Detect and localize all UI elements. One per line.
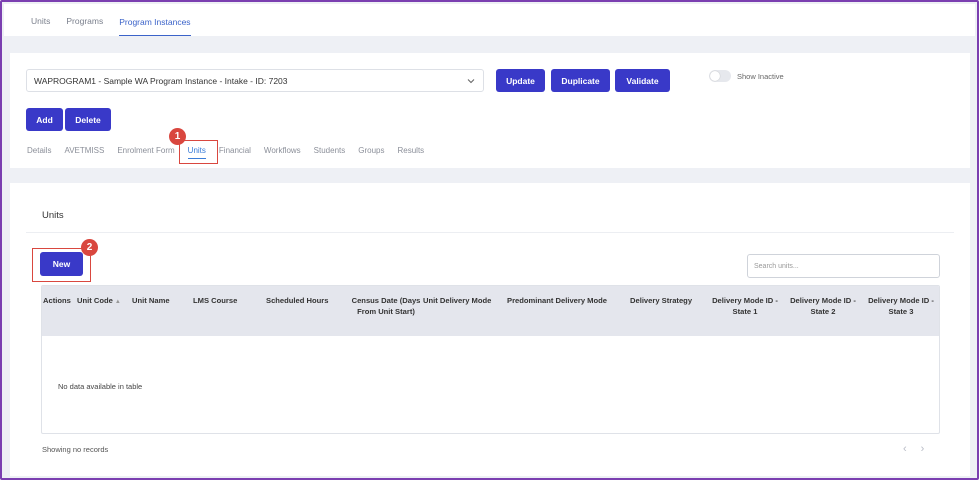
column-delivery-mode-state-2[interactable]: Delivery Mode ID - State 2 bbox=[784, 295, 862, 317]
subtab-financial[interactable]: Financial bbox=[219, 146, 251, 159]
prev-page-button[interactable]: ‹ bbox=[903, 443, 907, 455]
column-unit-code-label: Unit Code bbox=[77, 296, 113, 305]
column-delivery-mode-state-3[interactable]: Delivery Mode ID - State 3 bbox=[862, 295, 939, 317]
column-unit-code[interactable]: Unit Code ▲ bbox=[77, 295, 121, 308]
chevron-down-icon bbox=[467, 79, 475, 84]
subtab-groups[interactable]: Groups bbox=[358, 146, 384, 159]
validate-button[interactable]: Validate bbox=[615, 69, 670, 92]
column-actions: Actions bbox=[43, 296, 71, 305]
tab-units[interactable]: Units bbox=[31, 16, 50, 36]
units-card: Units New Search units... Actions Unit C… bbox=[10, 183, 970, 476]
column-census-date[interactable]: Census Date (Days From Unit Start) bbox=[348, 295, 424, 317]
app-frame: Units Programs Program Instances WAPROGR… bbox=[0, 0, 979, 480]
show-inactive-label: Show Inactive bbox=[737, 71, 784, 81]
program-instance-select-value: WAPROGRAM1 - Sample WA Program Instance … bbox=[34, 75, 288, 86]
subtab-details[interactable]: Details bbox=[27, 146, 51, 159]
column-unit-name[interactable]: Unit Name bbox=[132, 295, 170, 306]
pagination: ‹ › bbox=[903, 443, 924, 455]
step-badge-2: 2 bbox=[81, 239, 98, 256]
column-scheduled-hours[interactable]: Scheduled Hours bbox=[266, 295, 328, 306]
toggle-knob bbox=[710, 71, 720, 81]
top-nav: Units Programs Program Instances bbox=[4, 4, 975, 36]
records-info: Showing no records bbox=[42, 445, 109, 454]
card-title: Units bbox=[42, 210, 64, 221]
table-header: Actions Unit Code ▲ Unit Name LMS Course … bbox=[42, 286, 939, 336]
show-inactive-control: Show Inactive bbox=[709, 70, 784, 82]
subtab-workflows[interactable]: Workflows bbox=[264, 146, 301, 159]
column-unit-delivery-mode[interactable]: Unit Delivery Mode bbox=[423, 295, 491, 306]
tab-program-instances[interactable]: Program Instances bbox=[119, 17, 191, 36]
subtab-avetmiss[interactable]: AVETMISS bbox=[64, 146, 104, 159]
program-instance-select[interactable]: WAPROGRAM1 - Sample WA Program Instance … bbox=[26, 69, 484, 92]
search-input[interactable]: Search units... bbox=[747, 254, 940, 278]
column-delivery-strategy[interactable]: Delivery Strategy bbox=[630, 295, 692, 306]
highlight-box-units-tab bbox=[179, 140, 218, 164]
program-instance-panel: WAPROGRAM1 - Sample WA Program Instance … bbox=[10, 53, 970, 168]
duplicate-button[interactable]: Duplicate bbox=[551, 69, 610, 92]
subtab-results[interactable]: Results bbox=[397, 146, 424, 159]
column-predominant-delivery-mode[interactable]: Predominant Delivery Mode bbox=[507, 295, 607, 306]
units-table: Actions Unit Code ▲ Unit Name LMS Course … bbox=[41, 285, 940, 434]
add-button[interactable]: Add bbox=[26, 108, 63, 131]
update-button[interactable]: Update bbox=[496, 69, 545, 92]
column-delivery-mode-state-1[interactable]: Delivery Mode ID - State 1 bbox=[706, 295, 784, 317]
divider bbox=[26, 232, 954, 233]
subtab-students[interactable]: Students bbox=[314, 146, 346, 159]
step-badge-1: 1 bbox=[169, 128, 186, 145]
delete-button[interactable]: Delete bbox=[65, 108, 111, 131]
empty-table-message: No data available in table bbox=[58, 382, 143, 391]
next-page-button[interactable]: › bbox=[921, 443, 925, 455]
sub-tabs: Details AVETMISS Enrolment Form Units Fi… bbox=[27, 146, 437, 159]
subtab-enrolment-form[interactable]: Enrolment Form bbox=[117, 146, 174, 159]
show-inactive-toggle[interactable] bbox=[709, 70, 731, 82]
column-lms-course[interactable]: LMS Course bbox=[193, 295, 237, 306]
tab-programs[interactable]: Programs bbox=[66, 16, 103, 36]
sort-icon: ▲ bbox=[114, 299, 121, 305]
